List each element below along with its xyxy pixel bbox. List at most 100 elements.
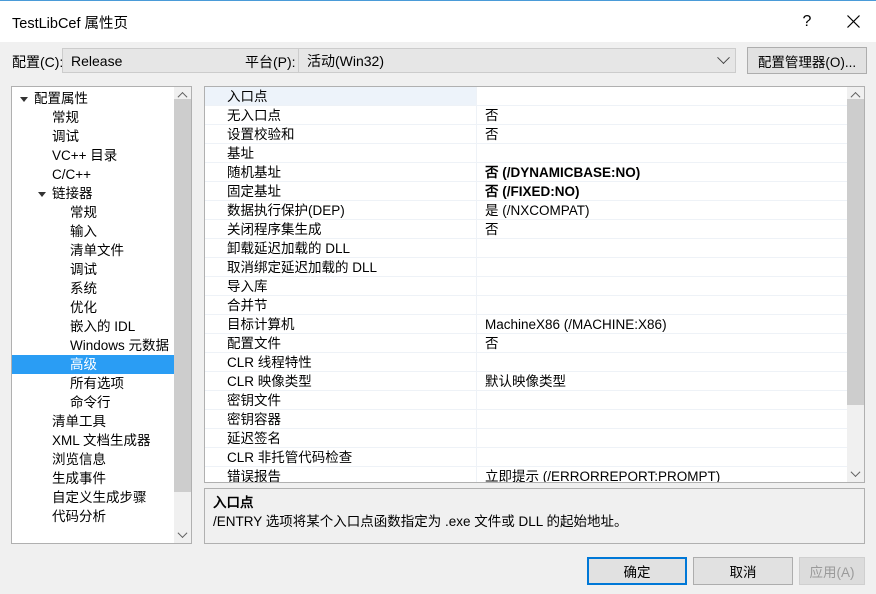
close-button[interactable] — [830, 1, 876, 42]
property-tree[interactable]: 配置属性 常规 调试 VC++ 目录 C/C++ 链接器 常规 输入 清单文件 调试 系统 优化 嵌入的… — [12, 89, 175, 526]
tree-item[interactable]: 常规 — [12, 203, 175, 222]
tree-item[interactable]: Windows 元数据 — [12, 336, 175, 355]
grid-scrollbar[interactable] — [847, 87, 864, 482]
tree-item[interactable]: 调试 — [12, 260, 175, 279]
tree-item[interactable]: 输入 — [12, 222, 175, 241]
property-name: 入口点 — [205, 87, 477, 105]
platform-dropdown[interactable]: 活动(Win32) — [298, 48, 736, 73]
tree-item[interactable]: 清单工具 — [12, 412, 175, 431]
cancel-button[interactable]: 取消 — [693, 557, 793, 585]
property-row[interactable]: 入口点 — [205, 87, 847, 106]
property-grid[interactable]: 入口点 无入口点否设置校验和否基址 随机基址否 (/DYNAMICBASE:NO) 固… — [205, 87, 847, 482]
tree-expander-collapsed-icon[interactable] — [34, 431, 50, 450]
tree-item[interactable]: 清单文件 — [12, 241, 175, 260]
property-row[interactable]: 密钥容器 — [205, 410, 847, 429]
tree-expander-collapsed-icon[interactable] — [34, 412, 50, 431]
property-row[interactable]: 卸载延迟加载的 DLL — [205, 239, 847, 258]
property-value[interactable]: 立即提示 (/ERRORREPORT:PROMPT) — [477, 467, 847, 482]
tree-item[interactable]: 链接器 — [12, 184, 175, 203]
tree-item-label: 生成事件 — [52, 471, 106, 486]
property-value[interactable] — [477, 144, 847, 162]
property-row[interactable]: CLR 非托管代码检查 — [205, 448, 847, 467]
property-row[interactable]: 固定基址否 (/FIXED:NO) — [205, 182, 847, 201]
property-name: CLR 线程特性 — [205, 353, 477, 371]
property-row[interactable]: 设置校验和否 — [205, 125, 847, 144]
tree-item[interactable]: 调试 — [12, 127, 175, 146]
property-row[interactable]: 无入口点否 — [205, 106, 847, 125]
property-value[interactable]: 否 (/DYNAMICBASE:NO) — [477, 163, 847, 181]
property-row[interactable]: 配置文件否 — [205, 334, 847, 353]
platform-value: 活动(Win32) — [307, 52, 385, 69]
tree-item[interactable]: 系统 — [12, 279, 175, 298]
tree-scrollbar[interactable] — [174, 87, 191, 543]
property-value[interactable] — [477, 258, 847, 276]
tree-item[interactable]: 代码分析 — [12, 507, 175, 526]
property-value[interactable] — [477, 277, 847, 295]
property-value[interactable]: 否 (/FIXED:NO) — [477, 182, 847, 200]
property-value[interactable]: 默认映像类型 — [477, 372, 847, 390]
property-value[interactable]: 否 — [477, 125, 847, 143]
property-row[interactable]: 基址 — [205, 144, 847, 163]
property-row[interactable]: 延迟签名 — [205, 429, 847, 448]
tree-expander-collapsed-icon[interactable] — [34, 165, 50, 184]
property-row[interactable]: 密钥文件 — [205, 391, 847, 410]
property-value[interactable] — [477, 353, 847, 371]
property-value[interactable] — [477, 391, 847, 409]
property-row[interactable]: 随机基址否 (/DYNAMICBASE:NO) — [205, 163, 847, 182]
property-value[interactable]: MachineX86 (/MACHINE:X86) — [477, 315, 847, 333]
grid-scrollbar-thumb[interactable] — [847, 99, 864, 405]
property-value[interactable]: 否 — [477, 220, 847, 238]
property-value[interactable] — [477, 296, 847, 314]
property-row[interactable]: CLR 线程特性 — [205, 353, 847, 372]
tree-item[interactable]: VC++ 目录 — [12, 146, 175, 165]
tree-item[interactable]: 常规 — [12, 108, 175, 127]
description-body: /ENTRY 选项将某个入口点函数指定为 .exe 文件或 DLL 的起始地址。 — [213, 514, 628, 529]
property-row[interactable]: 导入库 — [205, 277, 847, 296]
property-row[interactable]: 目标计算机 MachineX86 (/MACHINE:X86) — [205, 315, 847, 334]
window-title: TestLibCef 属性页 — [12, 16, 129, 32]
description-title: 入口点 — [213, 495, 254, 510]
configuration-manager-button[interactable]: 配置管理器(O)... — [747, 47, 867, 74]
property-row[interactable]: 数据执行保护(DEP) 是 (/NXCOMPAT) — [205, 201, 847, 220]
tree-item-label: 命令行 — [70, 395, 111, 410]
tree-expander-collapsed-icon[interactable] — [34, 469, 50, 488]
tree-item[interactable]: C/C++ — [12, 165, 175, 184]
tree-item-label: 清单文件 — [70, 243, 124, 258]
property-value[interactable]: 否 — [477, 106, 847, 124]
property-value[interactable]: 否 — [477, 334, 847, 352]
property-row[interactable]: 错误报告 立即提示 (/ERRORREPORT:PROMPT) — [205, 467, 847, 482]
tree-expander-collapsed-icon[interactable] — [34, 507, 50, 526]
tree-item[interactable]: 自定义生成步骤 — [12, 488, 175, 507]
property-value[interactable]: 是 (/NXCOMPAT) — [477, 201, 847, 219]
tree-item[interactable]: 嵌入的 IDL — [12, 317, 175, 336]
tree-item[interactable]: XML 文档生成器 — [12, 431, 175, 450]
property-name: 错误报告 — [205, 467, 477, 482]
property-value[interactable] — [477, 448, 847, 466]
property-row[interactable]: 合并节 — [205, 296, 847, 315]
property-value[interactable] — [477, 429, 847, 447]
property-row[interactable]: CLR 映像类型 默认映像类型 — [205, 372, 847, 391]
property-name: 目标计算机 — [205, 315, 477, 333]
tree-item[interactable]: 配置属性 — [12, 89, 175, 108]
grid-scroll-down-button[interactable] — [847, 465, 864, 482]
ok-button[interactable]: 确定 — [587, 557, 687, 585]
property-row[interactable]: 取消绑定延迟加载的 DLL — [205, 258, 847, 277]
tree-expander-collapsed-icon[interactable] — [34, 488, 50, 507]
property-row[interactable]: 关闭程序集生成否 — [205, 220, 847, 239]
property-value[interactable] — [477, 239, 847, 257]
help-button[interactable]: ? — [784, 1, 830, 42]
tree-item[interactable]: 优化 — [12, 298, 175, 317]
property-value[interactable] — [477, 410, 847, 428]
tree-item[interactable]: 生成事件 — [12, 469, 175, 488]
tree-scroll-down-button[interactable] — [174, 526, 191, 543]
tree-expander-expanded-icon[interactable] — [16, 89, 32, 108]
tree-item[interactable]: 命令行 — [12, 393, 175, 412]
tree-expander-collapsed-icon[interactable] — [34, 450, 50, 469]
tree-scrollbar-thumb[interactable] — [174, 99, 191, 492]
tree-expander-expanded-icon[interactable] — [34, 184, 50, 203]
property-value[interactable] — [477, 87, 847, 105]
tree-item[interactable]: 浏览信息 — [12, 450, 175, 469]
tree-item[interactable]: 高级 — [12, 355, 175, 374]
tree-item[interactable]: 所有选项 — [12, 374, 175, 393]
property-pages-dialog: TestLibCef 属性页 ? 配置(C): Release 平台(P): 活… — [0, 0, 876, 594]
